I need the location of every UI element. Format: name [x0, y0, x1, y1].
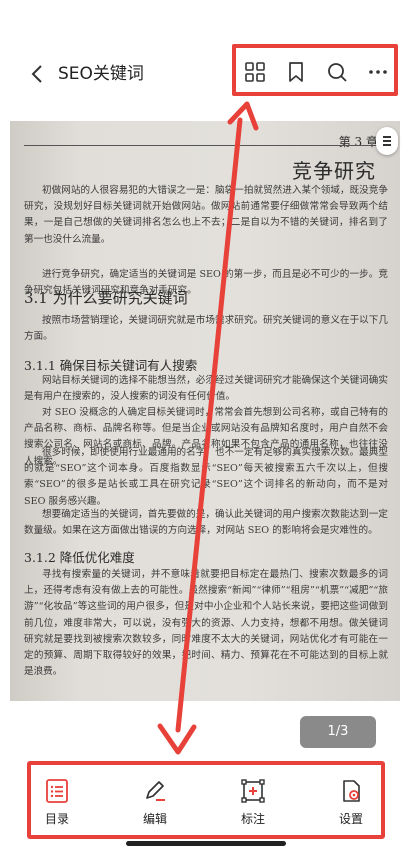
home-indicator[interactable]: [126, 841, 286, 846]
settings-label: 设置: [338, 812, 363, 826]
annotate-icon: [241, 779, 265, 803]
annotate-label: 标注: [240, 812, 265, 826]
settings-button[interactable]: 设置: [321, 778, 381, 827]
settings-icon: [343, 780, 360, 802]
edit-label: 编辑: [142, 812, 167, 826]
page-counter: 1/3: [300, 716, 376, 748]
toc-label: 目录: [44, 812, 69, 826]
toc-button[interactable]: 目录: [27, 778, 87, 827]
list-icon: [46, 779, 68, 803]
annotate-button[interactable]: 标注: [223, 778, 283, 827]
edit-button[interactable]: 编辑: [125, 778, 185, 827]
pen-icon: [146, 781, 165, 801]
